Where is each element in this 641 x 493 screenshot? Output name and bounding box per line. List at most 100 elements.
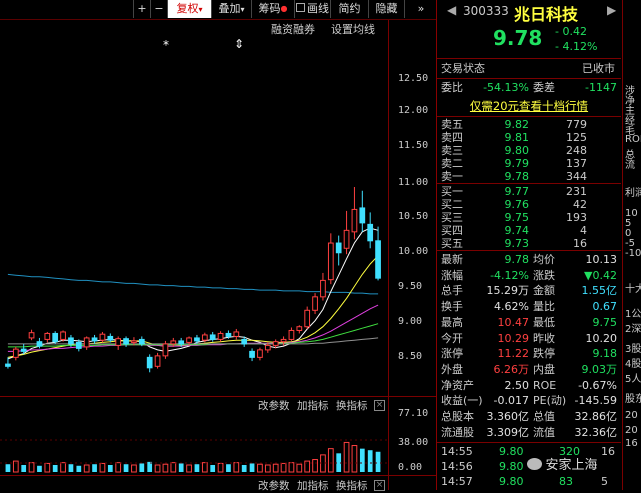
candle[interactable] xyxy=(217,331,224,342)
volume-bar xyxy=(76,465,82,472)
volume-axis-label: 77.10 xyxy=(398,408,429,419)
volume-bar xyxy=(52,464,58,472)
pane-divider xyxy=(0,475,436,476)
tick-price: 9.80 xyxy=(499,460,524,473)
candle[interactable] xyxy=(312,293,318,315)
candle-body xyxy=(60,331,66,340)
candle[interactable] xyxy=(83,336,90,350)
volume-bar xyxy=(178,463,184,472)
candle-body xyxy=(249,350,255,358)
candle[interactable] xyxy=(249,348,255,362)
edge-text: ROE xyxy=(625,134,641,145)
stat-label: 换手 xyxy=(441,300,463,314)
price-axis-label: 9.50 xyxy=(398,281,423,292)
volume-bar xyxy=(28,462,35,473)
asks-level-label: 卖三 xyxy=(441,144,463,157)
candle[interactable] xyxy=(359,190,366,232)
stat-label: 流通股 xyxy=(441,425,474,439)
change-param-link[interactable]: 改参数 xyxy=(258,398,290,413)
switch-indicator-link[interactable]: 换指标 xyxy=(336,398,368,413)
candle[interactable] xyxy=(5,357,11,369)
asks-price: 9.80 xyxy=(504,144,530,157)
change-param-link[interactable]: 改参数 xyxy=(258,478,290,493)
add-indicator-link[interactable]: 加指标 xyxy=(297,478,329,493)
candle-body xyxy=(138,338,145,345)
volume-bar xyxy=(226,464,231,472)
volume-bar xyxy=(21,464,27,472)
bids-row[interactable]: 买二 9.76 42 xyxy=(437,198,621,211)
stat-value: 10.20 xyxy=(585,331,618,345)
level2-promo-link[interactable]: 仅需20元查看十档行情 xyxy=(437,97,621,115)
next-stock-icon[interactable]: ▶ xyxy=(607,3,616,17)
prev-stock-icon[interactable]: ◀ xyxy=(447,3,456,17)
asks-row[interactable]: 卖一 9.78 344 xyxy=(437,170,621,183)
candle[interactable] xyxy=(367,212,374,249)
pane-divider xyxy=(0,396,436,397)
candle[interactable] xyxy=(44,331,51,343)
asks-row[interactable]: 卖三 9.80 248 xyxy=(437,144,621,157)
stat-label: 今开 xyxy=(441,331,463,345)
candle-body xyxy=(91,337,98,342)
stat-row: 最新 9.78 均价 10.13 xyxy=(437,252,621,267)
price-axis-label: 12.00 xyxy=(398,105,429,116)
close-icon[interactable]: × xyxy=(374,400,385,411)
stat-label: 净资产 xyxy=(441,378,474,392)
candle-body xyxy=(320,279,326,298)
stat-label: 涨幅 xyxy=(441,268,463,282)
candlestick-svg xyxy=(0,187,388,473)
volume-bar xyxy=(312,459,318,473)
candle[interactable] xyxy=(351,187,358,240)
bids-volume: 4 xyxy=(580,224,587,237)
bids-row[interactable]: 买一 9.77 231 xyxy=(437,185,621,198)
candle[interactable] xyxy=(233,328,240,340)
candle[interactable] xyxy=(162,340,169,359)
candle[interactable] xyxy=(375,226,381,281)
candle-body xyxy=(264,344,271,351)
candle[interactable] xyxy=(327,233,334,285)
stat-label: 金额 xyxy=(533,284,555,298)
candle[interactable] xyxy=(304,306,311,329)
stat-value: 0.67 xyxy=(592,300,618,314)
candle[interactable] xyxy=(12,346,19,361)
asks-row[interactable]: 卖二 9.79 137 xyxy=(437,157,621,170)
candle[interactable] xyxy=(52,331,59,344)
bids-price: 9.74 xyxy=(504,224,530,237)
candle-body xyxy=(170,340,177,345)
add-indicator-link[interactable]: 加指标 xyxy=(297,398,329,413)
close-icon[interactable]: × xyxy=(374,480,385,491)
stat-value: -0.67% xyxy=(578,378,617,392)
candle[interactable] xyxy=(296,325,303,334)
candle[interactable] xyxy=(335,235,342,266)
bids-price: 9.77 xyxy=(504,185,530,198)
stat-value: 32.36亿 xyxy=(574,425,618,439)
candle[interactable] xyxy=(288,327,295,341)
bids-volume: 16 xyxy=(573,237,587,250)
bids-row[interactable]: 买四 9.74 4 xyxy=(437,224,621,237)
candle[interactable] xyxy=(320,272,326,301)
candle[interactable] xyxy=(257,347,263,361)
bids-price: 9.76 xyxy=(504,198,530,211)
volume-bar xyxy=(37,465,42,472)
candle[interactable] xyxy=(115,336,122,350)
switch-indicator-link[interactable]: 换指标 xyxy=(336,478,368,493)
volume-bar xyxy=(131,464,137,473)
asks-row[interactable]: 卖五 9.82 779 xyxy=(437,118,621,131)
stat-label: 均价 xyxy=(533,253,555,266)
stat-row: 外盘 6.26万 内盘 9.03万 xyxy=(437,362,621,377)
stat-value: ▼0.42 xyxy=(584,268,617,282)
candle[interactable] xyxy=(343,210,350,255)
candle-body xyxy=(209,334,216,340)
quote-panel: ◀ 300333 兆日科技 ▶ 9.78 - 0.42 - 4.12% 交易状态… xyxy=(437,0,621,490)
candle[interactable] xyxy=(154,352,161,369)
candle[interactable] xyxy=(146,354,153,373)
asks-row[interactable]: 卖四 9.81 125 xyxy=(437,131,621,144)
stat-value: 4.62% xyxy=(494,300,529,314)
candle[interactable] xyxy=(28,329,35,341)
volume-bar xyxy=(272,463,279,473)
bids-row[interactable]: 买五 9.73 16 xyxy=(437,237,621,250)
tick-price: 9.80 xyxy=(499,475,524,488)
bids-row[interactable]: 买三 9.75 193 xyxy=(437,211,621,224)
watermark: 安家上海 xyxy=(527,454,621,474)
volume-bar xyxy=(154,464,161,473)
edge-text: 5人 xyxy=(625,374,641,385)
